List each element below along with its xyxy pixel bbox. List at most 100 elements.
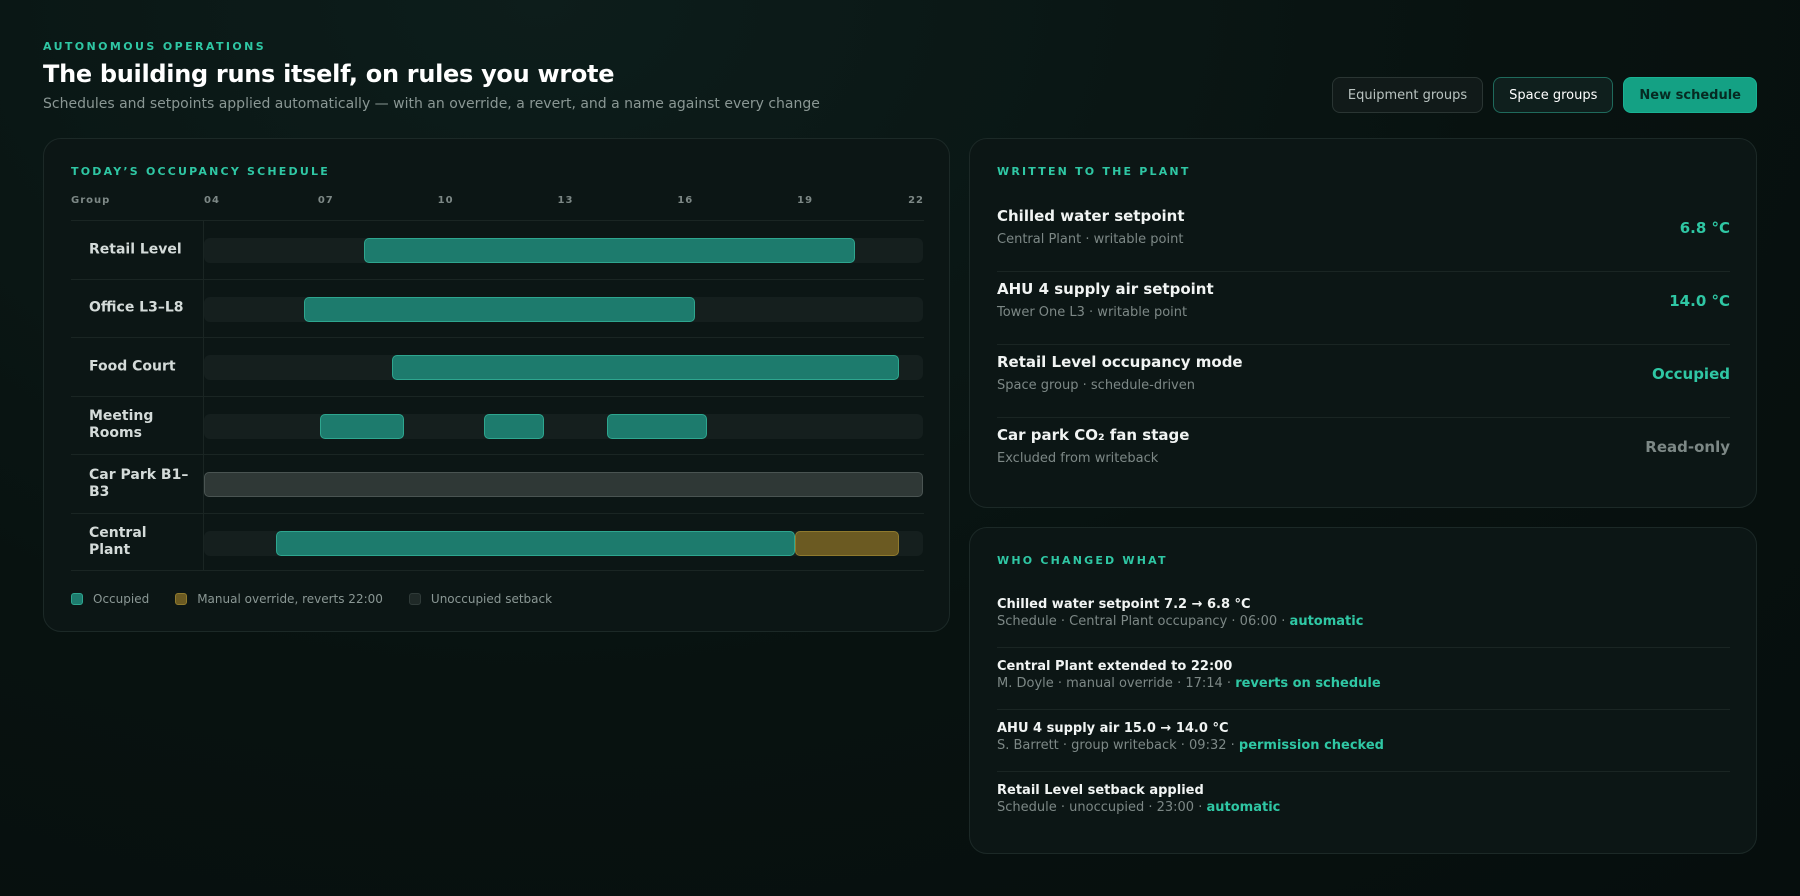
new-schedule-button[interactable]: New schedule [1623, 77, 1757, 113]
schedule-row: Office L3–L8 [71, 278, 924, 337]
change-entry[interactable]: Central Plant extended to 22:00 M. Doyle… [997, 648, 1730, 710]
time-tick: 07 [317, 195, 334, 206]
point-name: Car park CO₂ fan stage [997, 426, 1190, 444]
point-meta: Tower One L3 · writable point [997, 305, 1188, 320]
change-list: Chilled water setpoint 7.2 → 6.8 °C Sche… [997, 586, 1730, 834]
legend-label: Occupied [93, 592, 150, 606]
time-tick: 04 [204, 195, 220, 206]
legend-swatch-occupied [71, 593, 83, 605]
change-entry[interactable]: AHU 4 supply air 15.0 → 14.0 °C S. Barre… [997, 710, 1730, 772]
change-log-card: WHO CHANGED WHAT Chilled water setpoint … [969, 527, 1757, 854]
schedule-segment-occupied[interactable] [363, 238, 856, 263]
change-title: Central Plant extended to 22:00 [997, 659, 1233, 674]
change-log-title: WHO CHANGED WHAT [997, 554, 1168, 567]
point-name: Chilled water setpoint [997, 207, 1185, 225]
schedule-segment-occupied[interactable] [319, 413, 404, 439]
point-meta: Excluded from writeback [997, 451, 1159, 466]
time-tick: 10 [437, 195, 454, 206]
change-tag: reverts on schedule [1235, 676, 1381, 691]
plant-point-list: Chilled water setpoint Central Plant · w… [997, 199, 1730, 491]
change-title: Chilled water setpoint 7.2 → 6.8 °C [997, 597, 1251, 612]
written-to-plant-card: WRITTEN TO THE PLANT Chilled water setpo… [969, 138, 1757, 508]
schedule-segment-occupied[interactable] [275, 530, 796, 556]
schedule-segment-occupied[interactable] [391, 355, 900, 380]
page-title: The building runs itself, on rules you w… [43, 60, 615, 88]
change-meta: M. Doyle · manual override · 17:14 · rev… [997, 675, 1730, 692]
change-entry[interactable]: Chilled water setpoint 7.2 → 6.8 °C Sche… [997, 586, 1730, 648]
row-label-cell: Office L3–L8 [71, 279, 204, 337]
point-value: Read-only [1645, 438, 1730, 456]
row-label-cell: Car Park B1–B3 [71, 455, 204, 513]
time-tick: 16 [677, 195, 694, 206]
schedule-row: Central Plant [71, 512, 924, 571]
change-tag: automatic [1289, 614, 1364, 629]
row-label-cell: Retail Level [71, 221, 204, 279]
time-tick: 13 [557, 195, 574, 206]
schedule-track[interactable] [204, 530, 923, 556]
schedule-track[interactable] [204, 296, 923, 322]
change-meta-text: S. Barrett · group writeback · 09:32 · [997, 738, 1239, 753]
group-column-header: Group [71, 195, 111, 206]
schedule-segment-setback[interactable] [204, 472, 923, 497]
legend-swatch-setback [408, 593, 421, 605]
schedule-segment-override[interactable] [795, 530, 900, 556]
schedule-row: Car Park B1–B3 [71, 454, 924, 513]
schedule-row: Retail Level [71, 220, 924, 279]
point-name: AHU 4 supply air setpoint [997, 280, 1214, 298]
change-tag: permission checked [1238, 738, 1384, 753]
schedule-track[interactable] [204, 238, 923, 263]
plant-point-row[interactable]: Car park CO₂ fan stage Excluded from wri… [997, 418, 1730, 491]
point-meta: Space group · schedule-driven [997, 378, 1195, 393]
schedule-segment-occupied[interactable] [483, 413, 544, 439]
time-tick: 22 [908, 195, 924, 206]
row-label: Office L3–L8 [89, 299, 184, 316]
plant-card-title: WRITTEN TO THE PLANT [997, 165, 1191, 178]
legend-occupied: Occupied [71, 592, 149, 606]
schedule-segment-occupied[interactable] [303, 296, 696, 322]
legend-swatch-override [175, 593, 188, 605]
change-entry[interactable]: Retail Level setback applied Schedule · … [997, 772, 1730, 834]
legend-label: Manual override, reverts 22:00 [197, 592, 383, 606]
legend-label: Unoccupied setback [430, 592, 553, 606]
time-tick: 19 [797, 195, 814, 206]
schedule-rows: Retail Level Office L3–L8 Food Court Mee… [71, 220, 924, 571]
schedule-row: Food Court [71, 337, 924, 396]
plant-point-row[interactable]: Retail Level occupancy mode Space group … [997, 345, 1730, 418]
legend-override: Manual override, reverts 22:00 [175, 592, 383, 606]
schedule-legend: Occupied Manual override, reverts 22:00 … [71, 592, 552, 606]
row-label: Meeting Rooms [89, 408, 154, 442]
page-eyebrow: AUTONOMOUS OPERATIONS [43, 40, 267, 53]
point-value: 14.0 °C [1669, 292, 1730, 310]
schedule-track[interactable] [204, 413, 923, 439]
plant-point-row[interactable]: AHU 4 supply air setpoint Tower One L3 ·… [997, 272, 1730, 345]
page-subtitle: Schedules and setpoints applied automati… [43, 96, 820, 112]
change-meta-text: Schedule · unoccupied · 23:00 · [997, 800, 1207, 815]
schedule-axis: Group 04 07 10 13 16 19 22 [71, 195, 924, 211]
legend-setback: Unoccupied setback [408, 592, 553, 606]
schedule-segment-occupied[interactable] [607, 413, 708, 439]
point-value: 6.8 °C [1679, 219, 1730, 237]
row-label: Retail Level [89, 241, 182, 258]
row-label: Food Court [89, 358, 176, 375]
change-meta: S. Barrett · group writeback · 09:32 · p… [997, 737, 1730, 754]
schedule-track[interactable] [204, 472, 923, 497]
point-name: Retail Level occupancy mode [997, 353, 1243, 371]
row-label-cell: Food Court [71, 338, 204, 396]
equipment-groups-button[interactable]: Equipment groups [1331, 77, 1484, 113]
change-title: Retail Level setback applied [997, 783, 1204, 798]
change-title: AHU 4 supply air 15.0 → 14.0 °C [997, 721, 1229, 736]
schedule-card-title: TODAY’S OCCUPANCY SCHEDULE [71, 165, 330, 178]
schedule-row: Meeting Rooms [71, 395, 924, 454]
change-meta-text: M. Doyle · manual override · 17:14 · [997, 676, 1236, 691]
row-label-cell: Central Plant [71, 513, 204, 570]
space-groups-button[interactable]: Space groups [1493, 77, 1614, 113]
row-label-cell: Meeting Rooms [71, 396, 204, 454]
schedule-track[interactable] [204, 355, 923, 380]
occupancy-schedule-card: TODAY’S OCCUPANCY SCHEDULE Group 04 07 1… [43, 138, 950, 632]
change-meta: Schedule · unoccupied · 23:00 · automati… [997, 799, 1730, 816]
point-meta: Central Plant · writable point [997, 232, 1184, 247]
row-label: Car Park B1–B3 [89, 466, 189, 500]
change-meta-text: Schedule · Central Plant occupancy · 06:… [997, 614, 1290, 629]
change-meta: Schedule · Central Plant occupancy · 06:… [997, 613, 1730, 630]
plant-point-row[interactable]: Chilled water setpoint Central Plant · w… [997, 199, 1730, 272]
